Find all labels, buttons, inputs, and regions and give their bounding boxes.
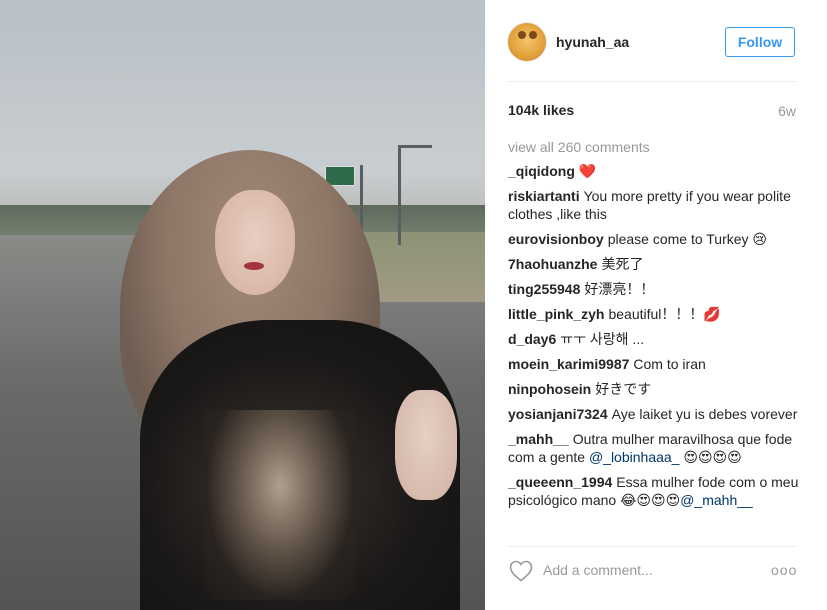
photo-face — [215, 190, 295, 295]
comment-item: ting255948 好漂亮！！ — [508, 280, 800, 298]
comment-item: _qiqidong ❤️ — [508, 162, 800, 180]
photo-hand — [395, 390, 457, 500]
comment-text: beautiful！！！💋 — [608, 306, 721, 322]
avatar[interactable] — [507, 22, 547, 62]
comment-text: 美死了 — [601, 256, 644, 272]
comment-emoji: 😂😍😍😍 — [620, 492, 681, 508]
comment-text: 好きです — [595, 381, 652, 397]
comment-item: moein_karimi9987 Com to iran — [508, 355, 800, 373]
comment-item: eurovisionboy please come to Turkey 😢 — [508, 230, 800, 248]
comment-user[interactable]: _mahh__ — [508, 431, 569, 447]
comment-user[interactable]: 7haohuanzhe — [508, 256, 597, 272]
likes-count[interactable]: 104k likes — [508, 102, 574, 118]
more-options-icon[interactable]: ooo — [771, 560, 797, 580]
post-header: hyunah_aa Follow — [507, 20, 807, 64]
comment-item: little_pink_zyh beautiful！！！💋 — [508, 305, 800, 323]
follow-button[interactable]: Follow — [725, 27, 795, 57]
comment-user[interactable]: moein_karimi9987 — [508, 356, 629, 372]
comment-user[interactable]: little_pink_zyh — [508, 306, 604, 322]
comment-emoji: 😍😍😍😍 — [683, 449, 742, 465]
comment-text: 好漂亮！！ — [584, 281, 655, 297]
comment-item: 7haohuanzhe 美死了 — [508, 255, 800, 273]
comment-mention[interactable]: @_mahh__ — [680, 492, 753, 508]
photo-lips — [244, 262, 264, 270]
comment-item: _queeenn_1994 Essa mulher fode com o meu … — [508, 473, 800, 509]
comment-user[interactable]: riskiartanti — [508, 188, 580, 204]
comment-item: _mahh__ Outra mulher maravilhosa que fode… — [508, 430, 800, 466]
username-link[interactable]: hyunah_aa — [556, 34, 629, 50]
comment-user[interactable]: eurovisionboy — [508, 231, 604, 247]
header-divider — [507, 81, 797, 82]
comment-list: view all 260 comments _qiqidong ❤️ riskia… — [508, 138, 800, 516]
comment-mention[interactable]: @_lobinhaaa_ — [589, 449, 680, 465]
comment-text: ❤️ — [578, 163, 597, 179]
post-side-panel: hyunah_aa Follow 104k likes 6w view all … — [485, 0, 827, 610]
comment-text: Com to iran — [633, 356, 706, 372]
comment-user[interactable]: d_day6 — [508, 331, 556, 347]
comment-item: d_day6 ㅠㅜ 사랑해 ... — [508, 330, 800, 348]
photo-shirt-print — [205, 410, 355, 600]
comment-text: please come to Turkey 😢 — [607, 231, 768, 247]
avatar-ear-right — [529, 31, 537, 39]
photo-lamp-arm — [398, 145, 432, 148]
comment-item: yosianjani7324 Aye laiket yu is debes vor… — [508, 405, 800, 423]
view-all-comments-link[interactable]: view all 260 comments — [508, 138, 800, 156]
comment-item: ninpohosein 好きです — [508, 380, 800, 398]
add-comment-bar: ooo — [485, 546, 827, 596]
avatar-ear-left — [518, 31, 526, 39]
comment-text: ㅠㅜ 사랑해 ... — [560, 331, 645, 347]
post-photo[interactable] — [0, 0, 485, 610]
add-comment-input[interactable] — [543, 559, 743, 581]
post-timestamp[interactable]: 6w — [778, 103, 796, 119]
comment-user[interactable]: ninpohosein — [508, 381, 591, 397]
comment-item: riskiartanti You more pretty if you wear … — [508, 187, 800, 223]
comment-user[interactable]: _queeenn_1994 — [508, 474, 612, 490]
comment-text: Aye laiket yu is debes vorever — [611, 406, 798, 422]
heart-outline-icon[interactable] — [509, 560, 533, 582]
comment-user[interactable]: _qiqidong — [508, 163, 575, 179]
comment-user[interactable]: yosianjani7324 — [508, 406, 608, 422]
photo-lamp-pole — [398, 145, 401, 245]
comment-user[interactable]: ting255948 — [508, 281, 580, 297]
